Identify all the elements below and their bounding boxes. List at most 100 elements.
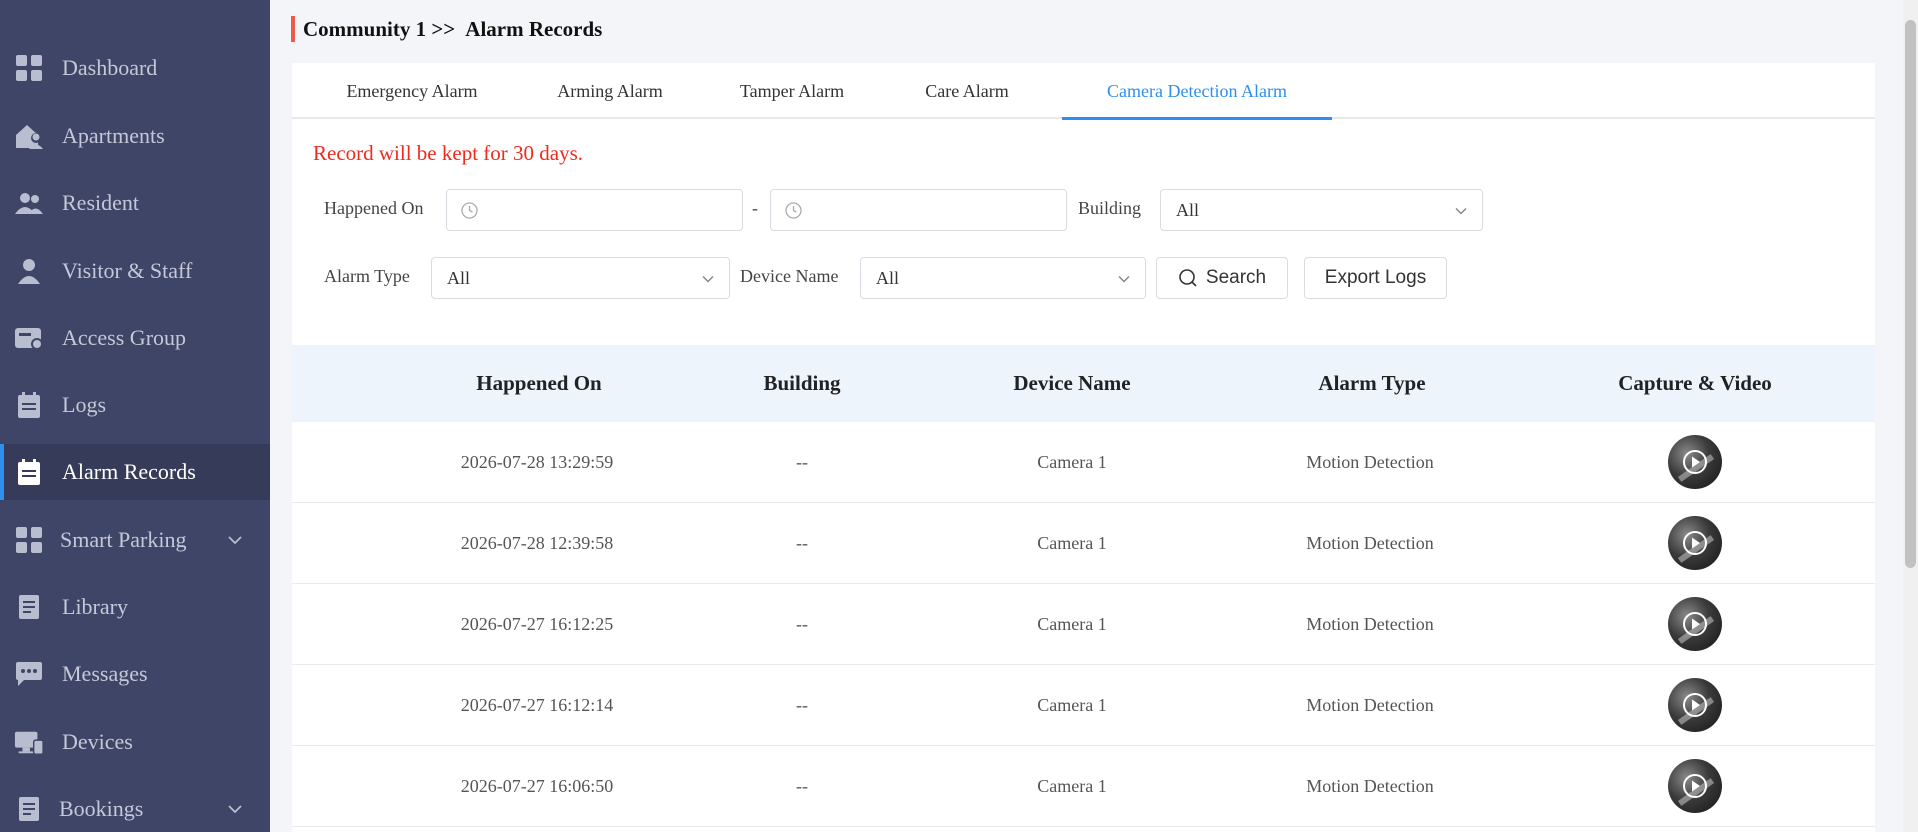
content-card: Emergency Alarm Arming Alarm Tamper Alar…	[292, 63, 1875, 832]
table-row: 2026-07-27 16:12:14 -- Camera 1 Motion D…	[292, 665, 1875, 746]
sidebar-item-visitor-staff[interactable]: Visitor & Staff	[0, 243, 270, 299]
document-icon	[14, 592, 44, 622]
cell-happened-on: 2026-07-27 16:12:25	[460, 614, 614, 634]
cell-device-name: Camera 1	[1037, 614, 1107, 634]
retention-notice: Record will be kept for 30 days.	[313, 141, 584, 165]
capture-video-thumbnail[interactable]	[1668, 759, 1722, 813]
table-header: Happened On Building Device Name Alarm T…	[292, 345, 1875, 422]
capture-video-thumbnail[interactable]	[1668, 597, 1722, 651]
cell-device-name: Camera 1	[1037, 452, 1107, 472]
cell-device-name: Camera 1	[1037, 695, 1107, 715]
user-icon	[14, 256, 44, 286]
sidebar-item-label: Alarm Records	[62, 459, 196, 484]
device-name-select-value: All	[876, 268, 900, 288]
chevron-down-icon	[702, 275, 714, 283]
page-title: Alarm Records	[465, 16, 603, 41]
cell-happened-on: 2026-07-27 16:12:14	[460, 695, 614, 715]
sidebar-item-label: Messages	[62, 661, 148, 686]
building-select[interactable]: All	[1160, 189, 1483, 231]
clock-icon	[785, 202, 802, 219]
chat-icon	[14, 659, 44, 689]
tab-emergency-alarm[interactable]: Emergency Alarm	[332, 63, 492, 119]
chevron-down-icon	[1118, 275, 1130, 283]
tab-tamper-alarm[interactable]: Tamper Alarm	[722, 63, 862, 119]
sidebar-item-messages[interactable]: Messages	[0, 646, 270, 702]
column-header-device-name: Device Name	[1013, 371, 1131, 395]
home-user-icon	[14, 121, 44, 151]
table-row: 2026-07-27 16:12:25 -- Camera 1 Motion D…	[292, 584, 1875, 665]
scrollbar-thumb[interactable]	[1905, 20, 1916, 568]
chevron-down-icon[interactable]	[226, 531, 244, 549]
search-button[interactable]: Search	[1156, 257, 1288, 299]
sidebar-item-dashboard[interactable]: Dashboard	[0, 40, 270, 96]
cell-alarm-type: Motion Detection	[1306, 614, 1434, 634]
chevron-down-icon	[1455, 207, 1467, 215]
tab-arming-alarm[interactable]: Arming Alarm	[540, 63, 680, 119]
sidebar-item-label: Dashboard	[62, 55, 158, 80]
play-icon	[1683, 612, 1707, 636]
play-icon	[1683, 531, 1707, 555]
cell-device-name: Camera 1	[1037, 776, 1107, 796]
sidebar-item-bookings[interactable]: Bookings	[0, 781, 270, 832]
device-name-select[interactable]: All	[860, 257, 1146, 299]
sidebar-item-alarm-records[interactable]: Alarm Records	[0, 444, 270, 500]
sidebar-item-label: Access Group	[62, 325, 187, 350]
sidebar-item-apartments[interactable]: Apartments	[0, 108, 270, 164]
cell-happened-on: 2026-07-27 16:06:50	[460, 776, 614, 796]
search-icon	[1179, 269, 1197, 287]
sidebar-item-label: Devices	[62, 729, 133, 754]
cell-alarm-type: Motion Detection	[1306, 533, 1434, 553]
sidebar-item-access-group[interactable]: Access Group	[0, 310, 270, 366]
export-logs-button[interactable]: Export Logs	[1304, 257, 1447, 299]
sidebar-item-smart-parking[interactable]: Smart Parking	[0, 512, 270, 568]
table-row: 2026-07-28 13:29:59 -- Camera 1 Motion D…	[292, 422, 1875, 503]
tab-care-alarm[interactable]: Care Alarm	[902, 63, 1032, 119]
capture-video-thumbnail[interactable]	[1668, 435, 1722, 489]
column-header-building: Building	[763, 371, 841, 395]
cell-building: --	[796, 695, 808, 715]
users-icon	[14, 188, 44, 218]
play-icon	[1683, 693, 1707, 717]
cell-device-name: Camera 1	[1037, 533, 1107, 553]
tab-camera-detection-alarm[interactable]: Camera Detection Alarm	[1062, 63, 1332, 120]
sidebar-item-label: Apartments	[62, 123, 165, 148]
sidebar-item-label: Smart Parking	[60, 527, 187, 552]
cell-alarm-type: Motion Detection	[1306, 695, 1434, 715]
breadcrumb-community[interactable]: Community 1 >>	[303, 17, 455, 42]
alarm-type-select[interactable]: All	[431, 257, 730, 299]
capture-video-thumbnail[interactable]	[1668, 516, 1722, 570]
happened-on-label: Happened On	[324, 198, 424, 218]
alarm-type-label: Alarm Type	[324, 266, 410, 286]
sidebar-item-library[interactable]: Library	[0, 579, 270, 635]
start-date-input[interactable]	[446, 189, 743, 231]
building-select-value: All	[1176, 200, 1200, 220]
cell-happened-on: 2026-07-28 13:29:59	[460, 452, 614, 472]
cell-building: --	[796, 776, 808, 796]
sidebar-item-devices[interactable]: Devices	[0, 714, 270, 770]
end-date-input[interactable]	[770, 189, 1067, 231]
cell-building: --	[796, 533, 808, 553]
sidebar-item-label: Logs	[62, 392, 106, 417]
sidebar-item-label: Bookings	[59, 796, 144, 821]
grid-icon	[14, 53, 44, 83]
play-icon	[1683, 774, 1707, 798]
sidebar-item-resident[interactable]: Resident	[0, 175, 270, 231]
alarm-tabs: Emergency Alarm Arming Alarm Tamper Alar…	[292, 63, 1875, 120]
table-row: 2026-07-28 12:39:58 -- Camera 1 Motion D…	[292, 503, 1875, 584]
chevron-down-icon[interactable]	[226, 800, 244, 818]
sidebar-item-logs[interactable]: Logs	[0, 377, 270, 433]
sidebar-item-label: Resident	[62, 190, 139, 215]
building-label: Building	[1078, 198, 1142, 218]
table-row: 2026-07-27 16:06:50 -- Camera 1 Motion D…	[292, 746, 1875, 827]
sidebar-item-label: Visitor & Staff	[62, 258, 193, 283]
title-accent-bar	[291, 16, 295, 42]
cell-alarm-type: Motion Detection	[1306, 452, 1434, 472]
monitor-icon	[14, 727, 44, 757]
export-logs-button-label: Export Logs	[1324, 267, 1427, 288]
card-lock-icon	[14, 323, 44, 353]
column-header-alarm-type: Alarm Type	[1318, 371, 1426, 395]
sidebar: Dashboard Apartments Resident Visitor & …	[0, 0, 270, 832]
capture-video-thumbnail[interactable]	[1668, 678, 1722, 732]
document-icon	[14, 794, 44, 824]
grid-icon	[14, 525, 44, 555]
